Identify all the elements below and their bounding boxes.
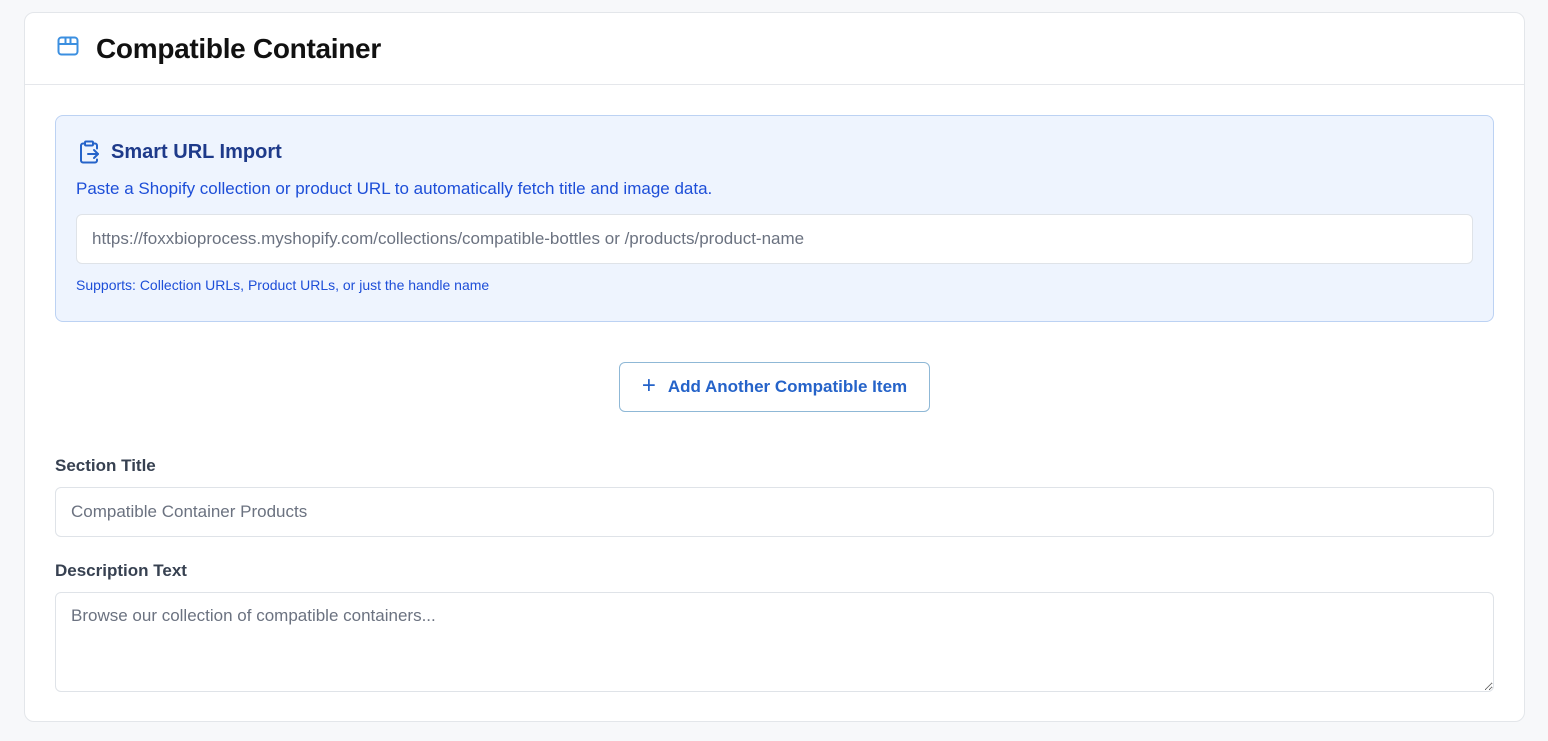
section-title-label: Section Title: [55, 456, 156, 475]
plus-icon: +: [641, 372, 656, 399]
shopify-url-input[interactable]: [76, 214, 1473, 264]
package-icon: [56, 34, 80, 58]
smart-url-import-description: Paste a Shopify collection or product UR…: [76, 179, 713, 198]
smart-url-import-panel: Smart URL Import Paste a Shopify collect…: [55, 115, 1494, 322]
card-title: Compatible Container: [96, 32, 381, 64]
add-compatible-item-label: Add Another Compatible Item: [667, 377, 908, 396]
smart-url-import-title: Smart URL Import: [111, 140, 282, 163]
smart-url-import-hint: Supports: Collection URLs, Product URLs,…: [76, 277, 490, 293]
smart-url-import-header: Smart URL Import: [76, 136, 1473, 168]
description-text-textarea[interactable]: [55, 592, 1494, 692]
card-body: Smart URL Import Paste a Shopify collect…: [25, 85, 1524, 692]
add-compatible-item-button[interactable]: + Add Another Compatible Item: [619, 362, 930, 412]
add-item-row: + Add Another Compatible Item: [55, 362, 1494, 412]
card-header: Compatible Container: [25, 13, 1524, 85]
clipboard-import-icon: [76, 139, 102, 165]
section-title-input[interactable]: [55, 487, 1494, 537]
compatible-container-card: Compatible Container Smart URL Import Pa…: [24, 12, 1525, 722]
description-text-label: Description Text: [55, 561, 187, 580]
